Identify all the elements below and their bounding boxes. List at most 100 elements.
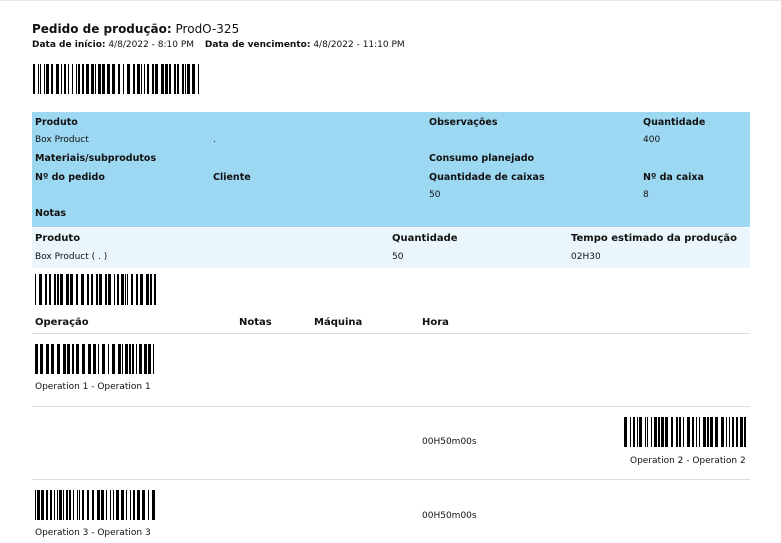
barcode-bar bbox=[740, 417, 743, 447]
barcode-bar bbox=[136, 274, 138, 305]
barcode-bar bbox=[51, 64, 53, 94]
time-header: Hora bbox=[422, 317, 449, 328]
barcode-bar bbox=[137, 490, 140, 520]
barcode-bar bbox=[66, 490, 68, 520]
barcode-bar bbox=[140, 274, 143, 305]
barcode-bar bbox=[99, 274, 102, 305]
barcode-bar bbox=[102, 344, 105, 374]
barcode-bar bbox=[57, 490, 58, 520]
barcode-bar bbox=[144, 64, 145, 94]
barcode-bar bbox=[35, 274, 36, 305]
barcode-bar bbox=[54, 490, 55, 520]
barcode-bar bbox=[169, 64, 171, 94]
barcode-bar bbox=[112, 64, 115, 94]
summary-quantity-value: 50 bbox=[392, 252, 404, 262]
observations-label: Observações bbox=[429, 117, 498, 128]
barcode-bar bbox=[699, 417, 700, 447]
order-info-panel: Produto Observações Quantidade Box Produ… bbox=[32, 112, 750, 227]
barcode-bar bbox=[117, 274, 119, 305]
barcode-bar bbox=[105, 274, 107, 305]
operation-2-time: 00H50m00s bbox=[422, 437, 477, 447]
barcode-bar bbox=[154, 274, 156, 305]
barcode-bar bbox=[133, 490, 135, 520]
barcode-bar bbox=[177, 64, 179, 94]
barcode-bar bbox=[116, 490, 119, 520]
operation-3-barcode bbox=[35, 490, 157, 520]
barcode-bar bbox=[41, 490, 44, 520]
barcode-bar bbox=[57, 274, 59, 305]
box-number-label: Nº da caixa bbox=[643, 172, 704, 183]
barcode-bar bbox=[148, 490, 149, 520]
barcode-bar bbox=[37, 490, 40, 520]
barcode-bar bbox=[645, 417, 646, 447]
barcode-bar bbox=[136, 344, 137, 374]
barcode-bar bbox=[147, 64, 149, 94]
product-label: Produto bbox=[35, 117, 78, 128]
summary-time-value: 02H30 bbox=[571, 252, 601, 262]
barcode-bar bbox=[132, 344, 134, 374]
barcode-bar bbox=[121, 274, 124, 305]
barcode-bar bbox=[139, 344, 142, 374]
barcode-bar bbox=[676, 417, 678, 447]
barcode-bar bbox=[38, 64, 39, 94]
summary-quantity-header: Quantidade bbox=[392, 233, 458, 244]
barcode-bar bbox=[687, 417, 690, 447]
barcode-bar bbox=[44, 64, 45, 94]
barcode-bar bbox=[118, 64, 120, 94]
barcode-bar bbox=[198, 64, 199, 94]
barcode-bar bbox=[93, 344, 96, 374]
barcode-bar bbox=[148, 344, 151, 374]
barcode-bar bbox=[146, 274, 149, 305]
barcode-bar bbox=[710, 417, 713, 447]
notes-header: Notas bbox=[239, 317, 272, 328]
barcode-bar bbox=[126, 490, 127, 520]
barcode-bar bbox=[123, 64, 124, 94]
operation-2-name: Operation 2 - Operation 2 bbox=[630, 456, 746, 466]
barcode-bar bbox=[86, 64, 89, 94]
barcode-bar bbox=[110, 490, 111, 520]
barcode-bar bbox=[66, 274, 69, 305]
barcode-bar bbox=[142, 490, 145, 520]
barcode-bar bbox=[715, 417, 718, 447]
product-extra: . bbox=[213, 135, 216, 145]
product-value: Box Product bbox=[35, 135, 89, 145]
operation-1-name: Operation 1 - Operation 1 bbox=[35, 382, 151, 392]
materials-label: Materiais/subprodutos bbox=[35, 153, 157, 164]
barcode-bar bbox=[155, 64, 158, 94]
barcode-bar bbox=[76, 344, 79, 374]
barcode-bar bbox=[50, 490, 52, 520]
barcode-bar bbox=[45, 274, 47, 305]
operation-1-barcode bbox=[35, 344, 157, 374]
barcode-bar bbox=[112, 344, 115, 374]
barcode-bar bbox=[137, 64, 140, 94]
barcode-bar bbox=[152, 490, 155, 520]
operation-2-barcode bbox=[624, 417, 746, 447]
barcode-bar bbox=[79, 490, 80, 520]
barcode-bar bbox=[732, 417, 734, 447]
barcode-bar bbox=[102, 64, 105, 94]
row-divider bbox=[32, 479, 750, 480]
summary-product-header: Produto bbox=[35, 233, 81, 244]
product-barcode bbox=[35, 274, 157, 305]
barcode-bar bbox=[59, 490, 62, 520]
boxes-quantity-value: 50 bbox=[429, 190, 441, 200]
barcode-bar bbox=[82, 64, 84, 94]
barcode-bar bbox=[82, 490, 84, 520]
barcode-bar bbox=[654, 417, 657, 447]
barcode-bar bbox=[91, 274, 93, 305]
order-number-label: Nº do pedido bbox=[35, 172, 105, 183]
barcode-bar bbox=[88, 344, 91, 374]
order-reference: ProdO-325 bbox=[175, 22, 240, 36]
notes-label: Notas bbox=[35, 208, 67, 219]
order-dates: Data de início: 4/8/2022 - 8:10 PM Data … bbox=[32, 40, 405, 50]
barcode-bar bbox=[96, 274, 98, 305]
barcode-bar bbox=[91, 64, 94, 94]
barcode-bar bbox=[726, 417, 727, 447]
barcode-bar bbox=[106, 490, 107, 520]
planned-consumption-label: Consumo planejado bbox=[429, 153, 535, 164]
barcode-bar bbox=[185, 64, 186, 94]
barcode-bar bbox=[68, 64, 69, 94]
operation-3-name: Operation 3 - Operation 3 bbox=[35, 528, 151, 538]
operation-header: Operação bbox=[35, 317, 89, 328]
barcode-bar bbox=[703, 417, 706, 447]
